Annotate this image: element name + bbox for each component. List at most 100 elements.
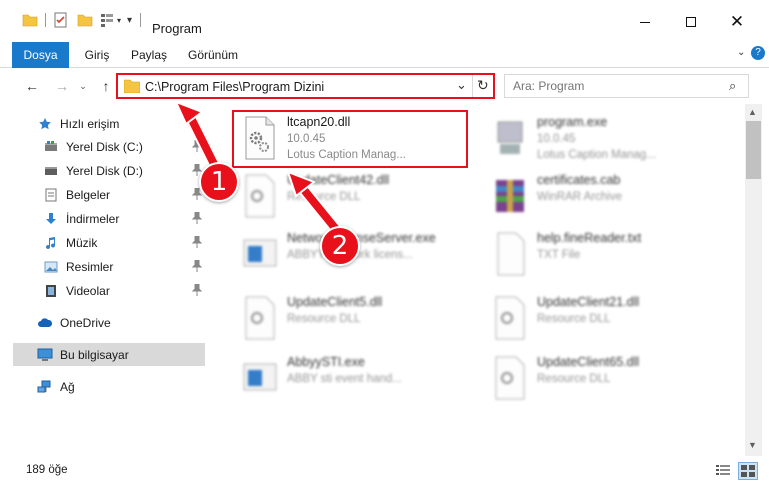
file-name: UpdateClient21.dll xyxy=(537,295,640,309)
exe-file-icon xyxy=(497,121,523,154)
file-item-abbyysti[interactable]: AbbyySTI.exe ABBY sti event hand... xyxy=(232,350,464,406)
maximize-icon xyxy=(686,17,696,27)
pin-icon[interactable] xyxy=(192,140,202,152)
file-type: Resource DLL xyxy=(537,313,611,325)
file-name: UpdateClient42.dll xyxy=(287,173,390,187)
quick-access-toolbar: ▾ ▾ xyxy=(22,10,142,30)
sidebar-item-pictures[interactable]: Resimler xyxy=(13,255,205,278)
file-name: help.fineReader.txt xyxy=(537,231,642,245)
text-file-icon xyxy=(497,232,525,276)
address-path: C:\Program Files\Program Dizini xyxy=(145,80,325,94)
address-bar[interactable]: C:\Program Files\Program Dizini ⌄ ↻ xyxy=(116,73,495,99)
computer-icon xyxy=(37,347,53,363)
sidebar-item-local-disk-c[interactable]: Yerel Disk (C:) xyxy=(13,135,205,158)
recent-locations-button[interactable]: ⌄ xyxy=(76,76,90,96)
scroll-thumb[interactable] xyxy=(746,121,761,179)
sidebar-item-local-disk-d[interactable]: Yerel Disk (D:) xyxy=(13,159,205,182)
search-input[interactable] xyxy=(513,78,723,94)
details-view-icon xyxy=(716,465,730,475)
drive-icon xyxy=(43,139,59,155)
network-icon xyxy=(37,379,53,395)
sidebar-item-label: Bu bilgisayar xyxy=(60,347,129,362)
folder-icon[interactable] xyxy=(22,12,38,28)
view-options-icon[interactable] xyxy=(99,12,115,28)
file-item-updateclient5[interactable]: UpdateClient5.dll Resource DLL xyxy=(232,290,464,346)
exe-file-icon xyxy=(243,239,277,267)
vertical-scrollbar[interactable]: ▲ ▼ xyxy=(745,104,762,456)
sidebar-item-downloads[interactable]: İndirmeler xyxy=(13,207,205,230)
sidebar-item-music[interactable]: Müzik xyxy=(13,231,205,254)
sidebar-item-onedrive[interactable]: OneDrive xyxy=(13,311,205,334)
properties-icon[interactable] xyxy=(53,12,69,28)
close-button[interactable]: ✕ xyxy=(714,8,760,36)
sidebar-item-label: Yerel Disk (D:) xyxy=(66,163,143,178)
file-version: 10.0.45 xyxy=(537,133,576,145)
pin-icon[interactable] xyxy=(192,284,202,296)
file-name: certificates.cab xyxy=(537,173,621,187)
search-box[interactable]: ⌕ xyxy=(504,74,749,98)
download-icon xyxy=(43,211,59,227)
details-view-button[interactable] xyxy=(715,464,731,478)
exe-file-icon xyxy=(243,363,277,391)
scroll-up-icon[interactable]: ▲ xyxy=(748,107,757,117)
documents-icon xyxy=(43,187,59,203)
sidebar-item-label: Resimler xyxy=(66,259,114,274)
address-dropdown-icon[interactable]: ⌄ xyxy=(456,77,467,93)
dll-file-icon xyxy=(495,356,525,400)
tab-home[interactable]: Giriş xyxy=(78,42,116,67)
drive-icon xyxy=(43,163,59,179)
dll-file-icon xyxy=(245,174,275,218)
pin-icon[interactable] xyxy=(192,260,202,272)
minimize-button[interactable] xyxy=(622,8,668,36)
dll-file-icon xyxy=(495,296,525,340)
tiles-view-button[interactable] xyxy=(738,462,758,480)
pin-icon[interactable] xyxy=(192,212,202,224)
sidebar-item-label: Videolar xyxy=(66,283,110,298)
new-folder-icon[interactable] xyxy=(77,12,93,28)
sidebar-item-videos[interactable]: Videolar xyxy=(13,279,205,302)
search-icon[interactable]: ⌕ xyxy=(729,78,736,94)
up-button[interactable]: ↑ xyxy=(96,76,116,96)
file-type: Resource DLL xyxy=(287,191,361,203)
sidebar-item-label: Müzik xyxy=(66,235,98,250)
toolbar-dropdown-icon[interactable]: ▾ xyxy=(117,16,121,25)
file-item-program-exe[interactable]: program.exe 10.0.45 Lotus Caption Manag.… xyxy=(482,110,714,166)
file-item-updateclient21[interactable]: UpdateClient21.dll Resource DLL xyxy=(482,290,714,346)
file-name: UpdateClient5.dll xyxy=(287,295,383,309)
file-description: ABBY sti event hand... xyxy=(287,373,402,385)
file-item-updateclient42[interactable]: UpdateClient42.dll Resource DLL xyxy=(232,168,464,224)
sidebar-item-quick-access[interactable]: Hızlı erişim xyxy=(13,112,205,135)
navigation-pane: Hızlı erişim Yerel Disk (C:) Yerel Disk … xyxy=(0,104,208,456)
tab-share[interactable]: Paylaş xyxy=(126,42,172,67)
scroll-down-icon[interactable]: ▼ xyxy=(748,440,757,450)
help-icon[interactable]: ? xyxy=(751,46,765,60)
dll-file-icon xyxy=(245,296,275,340)
sidebar-item-label: Hızlı erişim xyxy=(60,116,120,131)
sidebar-item-network[interactable]: Ağ xyxy=(13,375,205,398)
forward-button[interactable]: → xyxy=(52,76,72,96)
file-item-help-finereader[interactable]: help.fineReader.txt TXT File xyxy=(482,226,714,282)
back-button[interactable]: ← xyxy=(22,76,42,96)
expand-ribbon-icon[interactable]: ⌄ xyxy=(737,47,745,58)
arrow-up-icon: ↑ xyxy=(102,78,110,94)
customize-toolbar-icon[interactable]: ▾ xyxy=(127,15,132,26)
toolbar-separator xyxy=(140,13,142,27)
sidebar-item-this-pc[interactable]: Bu bilgisayar xyxy=(13,343,205,366)
address-separator xyxy=(472,75,473,97)
minimize-icon xyxy=(640,21,650,23)
file-item-certificates-cab[interactable]: certificates.cab WinRAR Archive xyxy=(482,168,714,224)
sidebar-item-documents[interactable]: Belgeler xyxy=(13,183,205,206)
sidebar-item-label: Ağ xyxy=(60,379,75,394)
status-bar: 189 öğe xyxy=(0,456,769,491)
pin-icon[interactable] xyxy=(192,236,202,248)
tab-view[interactable]: Görünüm xyxy=(182,42,244,67)
file-item-updateclient65[interactable]: UpdateClient65.dll Resource DLL xyxy=(482,350,714,406)
refresh-icon[interactable]: ↻ xyxy=(477,77,489,94)
video-icon xyxy=(43,283,59,299)
music-icon xyxy=(43,235,59,251)
window-title: Program xyxy=(152,21,202,36)
star-icon xyxy=(37,116,53,132)
chevron-down-icon: ⌄ xyxy=(79,80,87,91)
maximize-button[interactable] xyxy=(668,8,714,36)
item-count: 189 öğe xyxy=(26,464,68,476)
